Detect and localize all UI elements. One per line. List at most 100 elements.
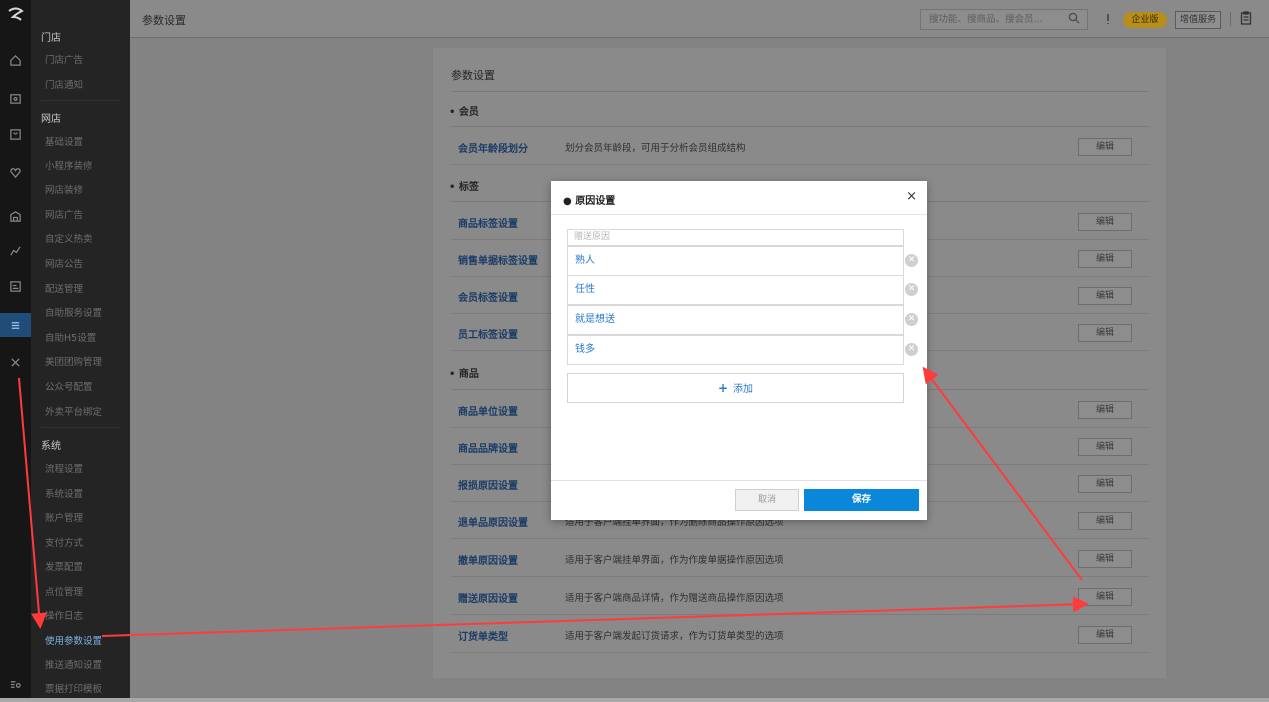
menu-item[interactable]: 网店公告 [45,256,83,270]
menu-item[interactable]: 账户管理 [45,510,83,524]
reason-input[interactable]: 任性 [567,275,904,305]
menu-item[interactable]: 流程设置 [45,461,83,475]
menu-item-active[interactable]: 使用参数设置 [45,633,102,647]
settings-row: 赠送原因设置 适用于客户端商品详情，作为赠送商品操作原因选项 编辑 [451,578,1149,615]
edit-button[interactable]: 编辑 [1078,626,1132,644]
edit-button[interactable]: 编辑 [1078,213,1132,231]
bottom-strip [0,698,1269,702]
brand-logo [8,7,24,21]
edit-button[interactable]: 编辑 [1078,401,1132,419]
menu-item[interactable]: 支付方式 [45,535,83,549]
menu-item[interactable]: 小程序装修 [45,158,93,172]
remove-icon[interactable]: ✕ [905,283,918,296]
search-menu-icon[interactable] [0,672,31,696]
row-name[interactable]: 赠送原因设置 [458,590,518,605]
edition-badge: 企业版 [1123,12,1167,28]
row-name[interactable]: 撤单原因设置 [458,552,518,567]
add-label: 添加 [733,384,754,395]
edit-button[interactable]: 编辑 [1078,475,1132,493]
settings-row: 撤单原因设置 适用于客户端挂单界面，作为作废单据操作原因选项 编辑 [451,540,1149,577]
row-name[interactable]: 商品单位设置 [458,403,518,418]
menu-item[interactable]: 门店广告 [45,52,83,66]
reason-input[interactable]: 熟人 [567,246,904,276]
reason-input[interactable]: 钱多 [567,335,904,365]
dialog-title: ● 原因设置 [563,196,616,207]
section-tag: • 标签 [449,182,479,193]
reason-input[interactable]: 就是想送 [567,305,904,335]
settings-row: 会员年龄段划分 划分会员年龄段，可用于分析会员组成结构 编辑 [451,128,1149,165]
section-member: • 会员 [449,107,479,118]
edit-button[interactable]: 编辑 [1078,138,1132,156]
search-input[interactable]: 搜功能、搜商品、搜会员... [920,9,1088,30]
menu-item[interactable]: 外卖平台绑定 [45,404,102,418]
row-desc: 适用于客户端挂单界面，作为作废单据操作原因选项 [565,555,784,566]
menu-item[interactable]: 自助H5设置 [45,330,96,344]
page-title: 参数设置 [142,14,186,27]
menu-item[interactable]: 推送通知设置 [45,657,102,671]
menu-item[interactable]: 网店装修 [45,182,83,196]
edit-button[interactable]: 编辑 [1078,512,1132,530]
add-reason-button[interactable]: + 添加 [567,373,904,403]
menu-item[interactable]: 票据打印模板 [45,681,102,695]
menu-item[interactable]: 美团团购管理 [45,354,102,368]
menu-item[interactable]: 系统设置 [45,486,83,500]
divider [451,91,1149,92]
home-icon[interactable] [0,48,31,72]
remove-icon[interactable]: ✕ [905,254,918,267]
section-label: 标签 [458,182,479,193]
settings-list-icon[interactable] [0,313,31,337]
row-name[interactable]: 员工标签设置 [458,326,518,341]
menu-item[interactable]: 自定义热卖 [45,231,93,245]
menu-item[interactable]: 自助服务设置 [45,305,102,319]
menu-group-online-store: 网店 [41,114,61,125]
notification-icon[interactable] [1102,12,1116,28]
row-name[interactable]: 会员年龄段划分 [458,140,528,155]
reason-settings-dialog: ● 原因设置 × 赠送原因 熟人 ✕ 任性 ✕ 就是想送 ✕ 钱多 ✕ + 添加 … [551,181,927,520]
menu-item[interactable]: 门店通知 [45,77,83,91]
save-button[interactable]: 保存 [804,489,919,511]
tools-icon[interactable] [0,350,31,374]
clipboard-icon[interactable] [1240,11,1254,27]
dialog-title-text: 原因设置 [575,196,616,207]
warehouse-icon[interactable] [0,204,31,228]
reason-header: 赠送原因 [567,229,904,246]
close-icon[interactable]: × [906,190,917,204]
menu-group-store: 门店 [41,33,61,44]
edit-button[interactable]: 编辑 [1078,250,1132,268]
bag-icon[interactable] [0,122,31,146]
heart-icon[interactable] [0,160,31,184]
remove-icon[interactable]: ✕ [905,313,918,326]
remove-icon[interactable]: ✕ [905,343,918,356]
menu-item[interactable]: 网店广告 [45,207,83,221]
row-name[interactable]: 退单品原因设置 [458,514,528,529]
menu-item[interactable]: 配送管理 [45,281,83,295]
chart-icon[interactable] [0,238,31,262]
menu-divider [41,427,121,428]
row-name[interactable]: 销售单据标签设置 [458,252,538,267]
menu-item[interactable]: 发票配置 [45,559,83,573]
row-name[interactable]: 商品标签设置 [458,215,518,230]
section-label: 会员 [458,107,479,118]
row-name[interactable]: 会员标签设置 [458,289,518,304]
row-name[interactable]: 订货单类型 [458,628,508,643]
menu-item[interactable]: 操作日志 [45,608,83,622]
store-icon[interactable] [0,86,31,110]
edit-button[interactable]: 编辑 [1078,287,1132,305]
edit-button[interactable]: 编辑 [1078,324,1132,342]
search-icon[interactable] [1068,12,1082,26]
menu-item[interactable]: 公众号配置 [45,379,93,393]
edit-button[interactable]: 编辑 [1078,438,1132,456]
icon-rail [0,0,31,702]
edit-button[interactable]: 编辑 [1078,588,1132,606]
row-name[interactable]: 报损原因设置 [458,477,518,492]
menu-item[interactable]: 点位管理 [45,584,83,598]
report-icon[interactable] [0,274,31,298]
menu-divider [41,100,121,101]
value-added-button[interactable]: 增值服务 [1175,11,1221,29]
row-name[interactable]: 商品品牌设置 [458,440,518,455]
top-bar: 参数设置 搜功能、搜商品、搜会员... 企业版 增值服务 [130,0,1269,38]
section-label: 商品 [458,369,479,380]
menu-item[interactable]: 基础设置 [45,134,83,148]
cancel-button[interactable]: 取消 [735,489,799,511]
edit-button[interactable]: 编辑 [1078,550,1132,568]
